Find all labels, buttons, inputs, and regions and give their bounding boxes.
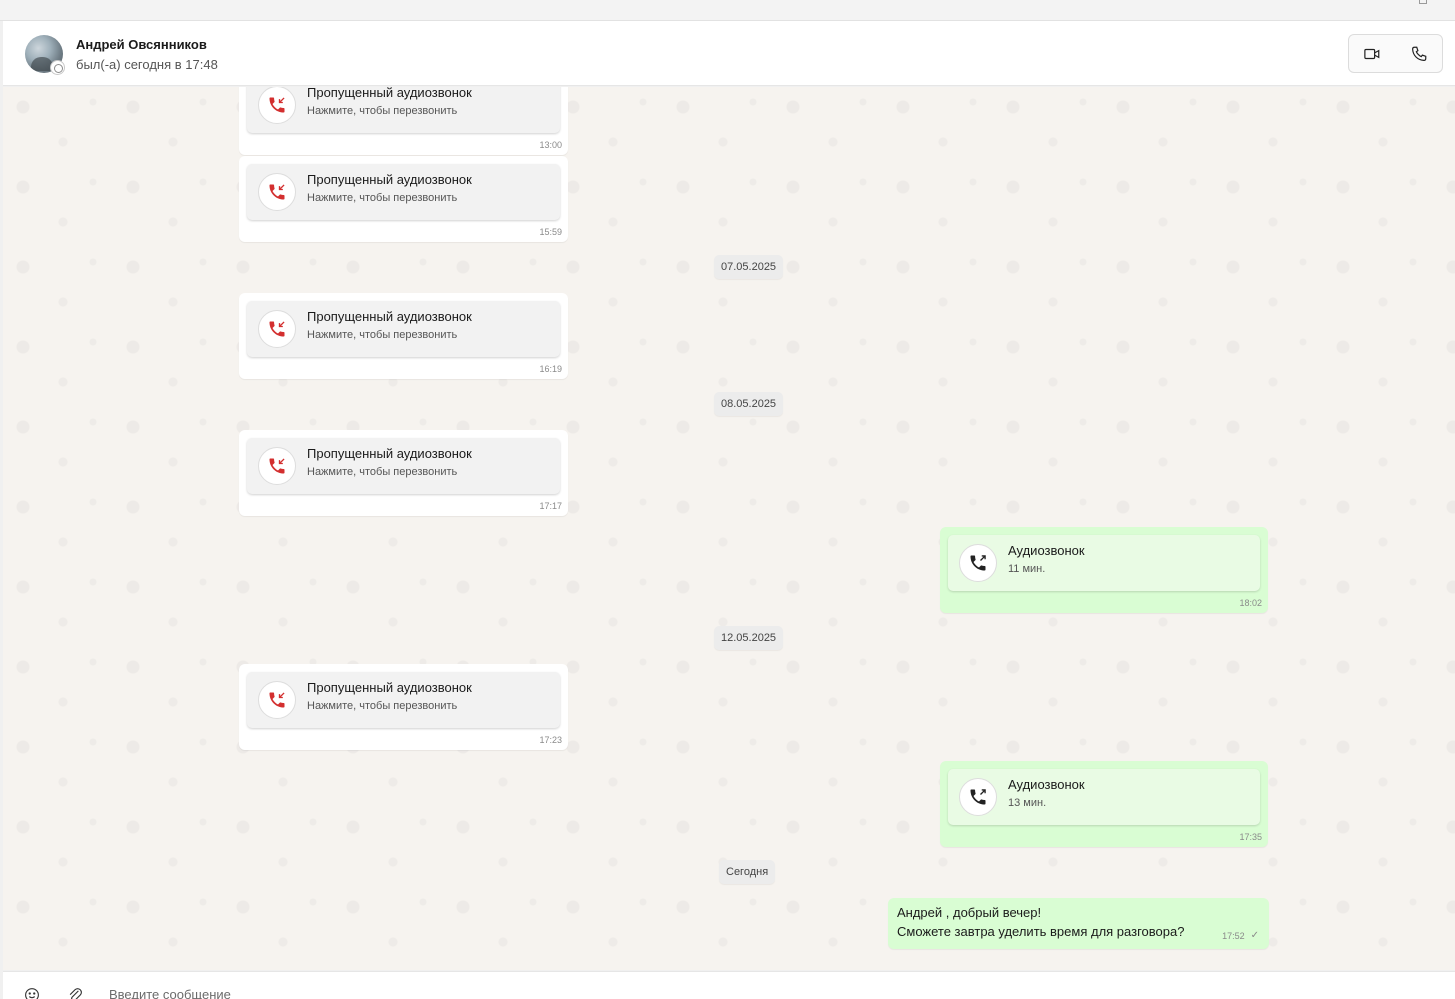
last-seen-status: был(-а) сегодня в 17:48 [76, 57, 218, 72]
message-text-line: Сможете завтра уделить время для разгово… [897, 924, 1185, 939]
video-call-icon [1364, 48, 1380, 59]
date-separator: 12.05.2025 [714, 626, 784, 650]
date-separator: 08.05.2025 [714, 392, 784, 416]
missed-call-card[interactable]: Пропущенный аудиозвонок Нажмите, чтобы п… [247, 438, 560, 494]
missed-call-card[interactable]: Пропущенный аудиозвонок Нажмите, чтобы п… [247, 164, 560, 220]
outgoing-text-message[interactable]: Андрей , добрый вечер! Сможете завтра уд… [888, 898, 1269, 949]
outgoing-call-card[interactable]: Аудиозвонок 11 мин. [948, 535, 1260, 591]
chat-header: Андрей Овсянников был(-а) сегодня в 17:4… [3, 21, 1455, 86]
window-control-icon[interactable] [1419, 0, 1427, 4]
outgoing-call-card[interactable]: Аудиозвонок 13 мин. [948, 769, 1260, 825]
call-duration: 13 мин. [1008, 797, 1047, 809]
missed-call-icon [258, 681, 296, 719]
call-subtitle: Нажмите, чтобы перезвонить [307, 329, 458, 341]
voice-call-button[interactable] [1396, 35, 1443, 72]
date-separator: 07.05.2025 [714, 255, 784, 279]
message-time: 17:17 [539, 501, 562, 511]
outgoing-call-message: Аудиозвонок 11 мин. 18:02 [940, 527, 1268, 613]
message-meta: 17:52 ✓ [1222, 930, 1259, 941]
message-time: 17:35 [1239, 832, 1262, 842]
call-actions-group [1348, 34, 1443, 73]
missed-call-message: Пропущенный аудиозвонок Нажмите, чтобы п… [239, 156, 568, 242]
outgoing-call-message: Аудиозвонок 13 мин. 17:35 [940, 761, 1268, 847]
call-title: Аудиозвонок [1008, 777, 1085, 792]
message-time: 17:23 [539, 735, 562, 745]
message-composer [3, 971, 1455, 999]
call-subtitle: Нажмите, чтобы перезвонить [307, 105, 458, 117]
missed-call-icon [258, 310, 296, 348]
missed-call-icon [258, 447, 296, 485]
missed-call-message: Пропущенный аудиозвонок Нажмите, чтобы п… [239, 293, 568, 379]
call-title: Пропущенный аудиозвонок [307, 680, 472, 695]
missed-call-card[interactable]: Пропущенный аудиозвонок Нажмите, чтобы п… [247, 87, 560, 133]
date-separator: Сегодня [719, 860, 776, 884]
missed-call-message: Пропущенный аудиозвонок Нажмите, чтобы п… [239, 430, 568, 516]
message-list[interactable]: Пропущенный аудиозвонок Нажмите, чтобы п… [3, 87, 1455, 970]
emoji-icon[interactable] [23, 986, 41, 999]
call-subtitle: Нажмите, чтобы перезвонить [307, 466, 458, 478]
sent-check-icon: ✓ [1250, 930, 1259, 941]
call-duration: 11 мин. [1008, 563, 1046, 575]
call-title: Пропущенный аудиозвонок [307, 87, 472, 100]
call-title: Пропущенный аудиозвонок [307, 172, 472, 187]
phone-icon [1411, 46, 1427, 61]
paperclip-icon[interactable] [66, 986, 84, 999]
call-title: Аудиозвонок [1008, 543, 1085, 558]
whatsapp-window: Андрей Овсянников был(-а) сегодня в 17:4… [0, 0, 1455, 999]
missed-call-card[interactable]: Пропущенный аудиозвонок Нажмите, чтобы п… [247, 301, 560, 357]
call-subtitle: Нажмите, чтобы перезвонить [307, 192, 458, 204]
outgoing-call-icon [959, 544, 997, 582]
message-time: 15:59 [539, 227, 562, 237]
call-title: Пропущенный аудиозвонок [307, 446, 472, 461]
contact-name[interactable]: Андрей Овсянников [76, 37, 207, 52]
message-input[interactable] [109, 984, 1009, 999]
missed-call-message: Пропущенный аудиозвонок Нажмите, чтобы п… [239, 664, 568, 750]
message-time: 13:00 [539, 140, 562, 150]
message-time: 18:02 [1239, 598, 1262, 608]
missed-call-icon [258, 87, 296, 124]
status-ring-icon [50, 60, 65, 75]
outgoing-call-icon [959, 778, 997, 816]
window-title-bar [0, 0, 1455, 21]
call-title: Пропущенный аудиозвонок [307, 309, 472, 324]
call-subtitle: Нажмите, чтобы перезвонить [307, 700, 458, 712]
message-time: 17:52 [1222, 930, 1245, 941]
missed-call-icon [258, 173, 296, 211]
video-call-button[interactable] [1349, 35, 1396, 72]
message-time: 16:19 [539, 364, 562, 374]
missed-call-card[interactable]: Пропущенный аудиозвонок Нажмите, чтобы п… [247, 672, 560, 728]
message-text-line: Андрей , добрый вечер! [897, 905, 1042, 920]
missed-call-message: Пропущенный аудиозвонок Нажмите, чтобы п… [239, 87, 568, 155]
